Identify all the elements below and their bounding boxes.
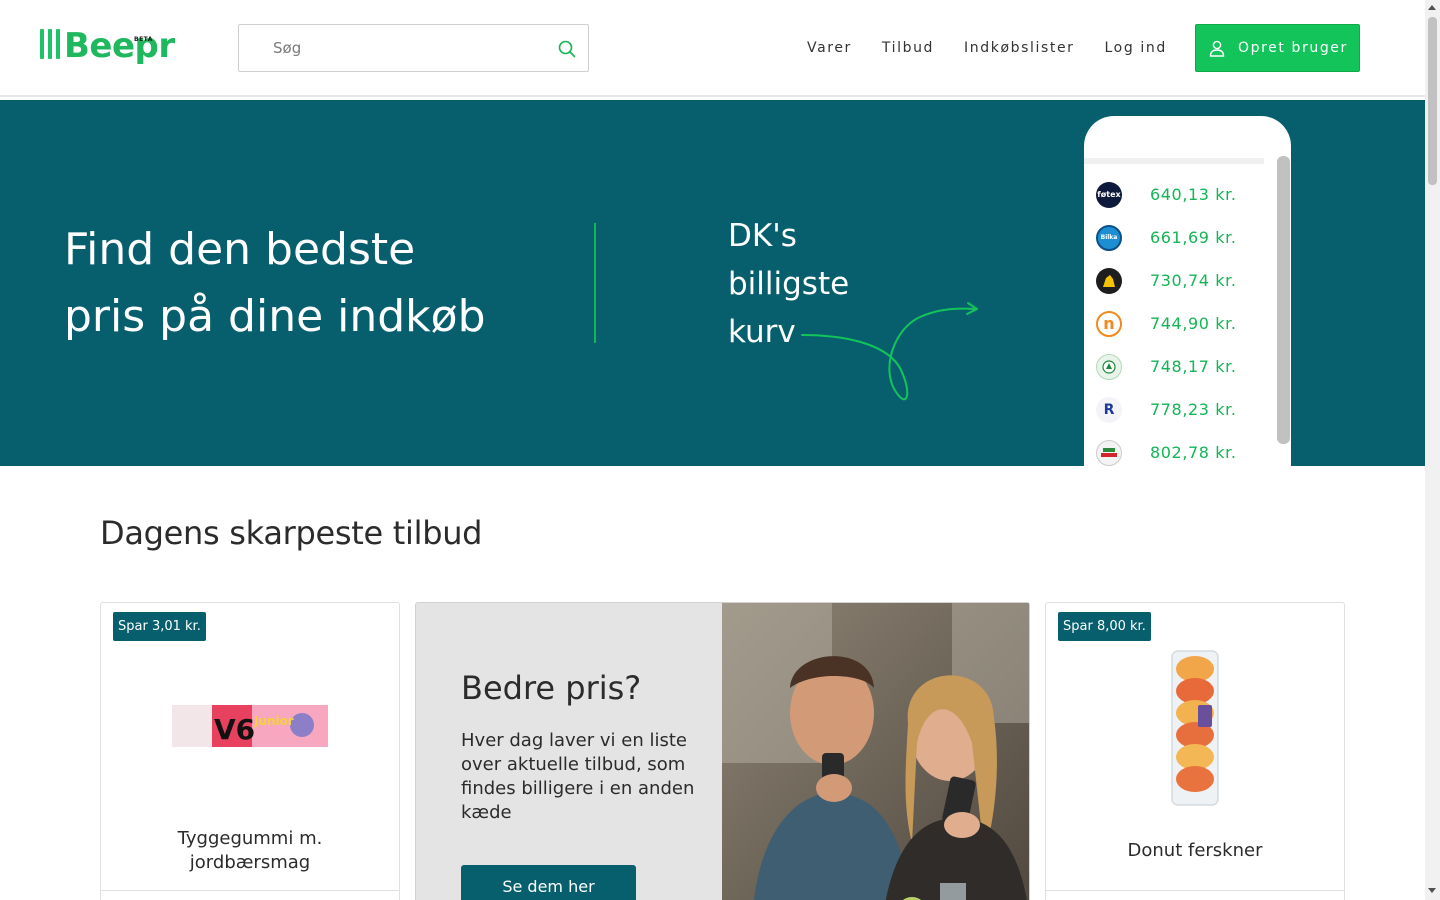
nav-indkobslister[interactable]: Indkøbslister (964, 39, 1074, 57)
card-divider (101, 890, 399, 891)
scroll-up-arrow-icon[interactable] (1428, 5, 1436, 10)
hero-divider (594, 223, 596, 343)
search-icon[interactable] (557, 39, 577, 59)
store-price-row: 802,78 kr. (1096, 431, 1237, 466)
product-name: Donut ferskner (1127, 840, 1263, 861)
meny-logo-icon (1096, 439, 1122, 466)
store-price-row: Bilka 661,69 kr. (1096, 216, 1237, 259)
store-price-list: føtex 640,13 kr. Bilka 661,69 kr. 730,74… (1096, 173, 1237, 466)
nav-log-ind[interactable]: Log ind (1105, 39, 1167, 57)
svg-text:V6: V6 (214, 713, 255, 746)
scroll-down-arrow-icon[interactable] (1428, 888, 1436, 893)
scrollbar-thumb[interactable] (1428, 17, 1437, 185)
user-icon (1209, 40, 1225, 57)
site-header: Beepr BETA Varer Tilbud Indkøbslister Lo… (0, 0, 1425, 97)
hero-title-line-2: pris på dine indkøb (64, 291, 486, 342)
offer-card-gum[interactable]: Spar 3,01 kr. V6 Junior Tyggegummi m. jo… (100, 602, 400, 900)
store-price-row: R 778,23 kr. (1096, 388, 1237, 431)
store-price-row: 730,74 kr. (1096, 259, 1237, 302)
beepr-logo[interactable]: Beepr (40, 26, 175, 70)
product-name: Tyggegummi m. jordbærsmag (177, 828, 323, 873)
signup-label: Opret bruger (1238, 40, 1348, 56)
logo-text: Beepr (64, 26, 175, 66)
promo-title: Bedre pris? (461, 669, 642, 707)
phone-top-band (1084, 158, 1264, 164)
search-box (238, 24, 589, 72)
phone-scrollbar (1277, 156, 1290, 444)
store-price: 748,17 kr. (1150, 357, 1237, 376)
foetex-logo-icon: føtex (1096, 181, 1122, 208)
svg-text:Junior: Junior (253, 714, 294, 728)
nav-varer[interactable]: Varer (807, 39, 852, 57)
see-them-button[interactable]: Se dem her (461, 865, 636, 900)
main-nav: Varer Tilbud Indkøbslister Log ind (807, 39, 1167, 57)
nav-tilbud[interactable]: Tilbud (882, 39, 934, 57)
netto-logo-icon (1096, 267, 1122, 294)
search-input[interactable] (273, 25, 553, 71)
rema-logo-icon: R (1096, 396, 1122, 423)
store-price-row: føtex 640,13 kr. (1096, 173, 1237, 216)
store-price-row: 748,17 kr. (1096, 345, 1237, 388)
beta-badge: BETA (134, 36, 153, 43)
phone-price-mockup: føtex 640,13 kr. Bilka 661,69 kr. 730,74… (1084, 116, 1291, 466)
store-price: 778,23 kr. (1150, 400, 1237, 419)
promo-text: Hver dag laver vi en liste over aktuelle… (461, 730, 695, 823)
product-image-peaches (1046, 649, 1344, 807)
store-price: 640,13 kr. (1150, 185, 1237, 204)
store-price: 661,69 kr. (1150, 228, 1237, 247)
savings-badge: Spar 8,00 kr. (1058, 612, 1151, 641)
section-title-offers: Dagens skarpeste tilbud (100, 514, 483, 552)
store-price-row: n 744,90 kr. (1096, 302, 1237, 345)
logo-bars-icon (40, 29, 60, 59)
promo-better-price: Bedre pris? Hver dag laver vi en liste o… (415, 602, 1030, 900)
page-scrollbar[interactable] (1425, 0, 1440, 900)
hero-subtitle-line-1: DK's (728, 218, 797, 254)
hero-title: Find den bedste pris på dine indkøb (64, 216, 486, 350)
nemlig-logo-icon: n (1096, 310, 1122, 337)
store-price: 730,74 kr. (1150, 271, 1237, 290)
hero-banner: Find den bedste pris på dine indkøb DK's… (0, 100, 1425, 466)
hero-title-line-1: Find den bedste (64, 224, 416, 275)
store-price: 802,78 kr. (1150, 443, 1237, 462)
offer-card-donut-peaches[interactable]: Spar 8,00 kr. Donut ferskner (1045, 602, 1345, 900)
signup-button[interactable]: Opret bruger (1195, 24, 1360, 72)
store-price: 744,90 kr. (1150, 314, 1237, 333)
couple-with-phones-photo (722, 603, 1029, 900)
product-image-gum: V6 Junior (101, 703, 399, 749)
curly-arrow-icon (801, 302, 978, 401)
bilka-logo-icon: Bilka (1096, 224, 1122, 251)
savings-badge: Spar 3,01 kr. (113, 612, 206, 641)
spar-logo-icon (1096, 353, 1122, 380)
card-divider (1046, 890, 1344, 891)
